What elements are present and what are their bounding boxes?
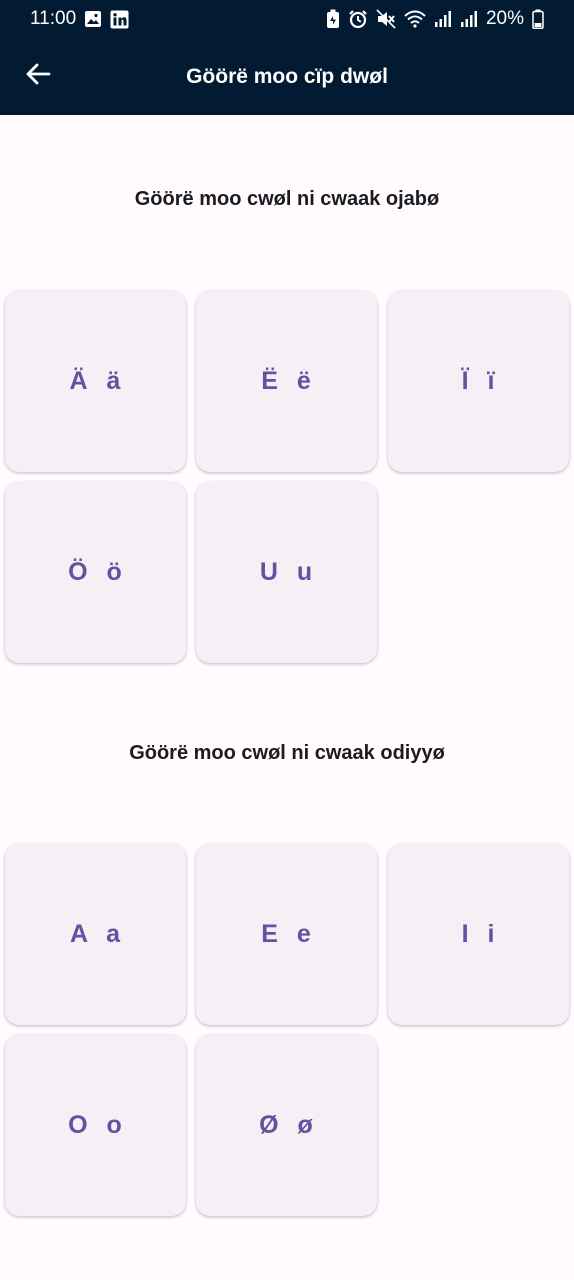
wifi-icon <box>404 10 426 28</box>
signal-icon-2 <box>460 10 478 28</box>
linkedin-icon <box>110 10 129 29</box>
letter-tile-label: Ø ø <box>259 1111 314 1139</box>
letter-tile-label: U u <box>259 558 314 586</box>
section-title-odiyyo: Göörë moo cwøl ni cwaak odiyyø <box>129 742 445 764</box>
mute-icon <box>376 9 396 29</box>
letter-tile[interactable]: Ï ï <box>388 291 569 472</box>
battery-saver-icon <box>326 9 340 29</box>
page-title: Göörë moo cïp dwøl <box>186 64 388 88</box>
image-icon <box>84 10 102 28</box>
status-bar: 11:00 20% <box>0 0 574 38</box>
battery-percent: 20% <box>485 8 524 29</box>
letter-tile-label: Ä ä <box>69 367 122 395</box>
letter-tile[interactable]: A a <box>5 844 186 1025</box>
letter-tile[interactable]: E e <box>196 844 377 1025</box>
status-bar-right: 20% <box>326 8 544 30</box>
letter-tile-label: O o <box>68 1111 123 1139</box>
status-bar-left: 11:00 <box>30 8 129 30</box>
letter-tile[interactable]: I i <box>388 844 569 1025</box>
letter-tile-label: Ï ï <box>461 367 496 395</box>
letter-tile-label: Ë ë <box>261 367 312 395</box>
alarm-icon <box>348 9 368 29</box>
letter-tile-label: I i <box>461 920 496 948</box>
letter-tile-label: A a <box>70 920 121 948</box>
status-time: 11:00 <box>30 8 77 29</box>
app-bar: Göörë moo cïp dwøl <box>0 38 574 115</box>
letter-tile[interactable]: Ö ö <box>5 482 186 663</box>
signal-icon <box>434 10 452 28</box>
section-title-ojabo: Göörë moo cwøl ni cwaak ojabø <box>134 188 440 210</box>
battery-icon <box>532 9 544 29</box>
letter-tile[interactable]: Ä ä <box>5 291 186 472</box>
letter-tile-label: E e <box>261 920 312 948</box>
letter-tile-label: Ö ö <box>68 558 123 586</box>
letter-tile[interactable]: O o <box>5 1035 186 1216</box>
letter-tile[interactable]: Ë ë <box>196 291 377 472</box>
letter-tile[interactable]: Ø ø <box>196 1035 377 1216</box>
letter-tile[interactable]: U u <box>196 482 377 663</box>
